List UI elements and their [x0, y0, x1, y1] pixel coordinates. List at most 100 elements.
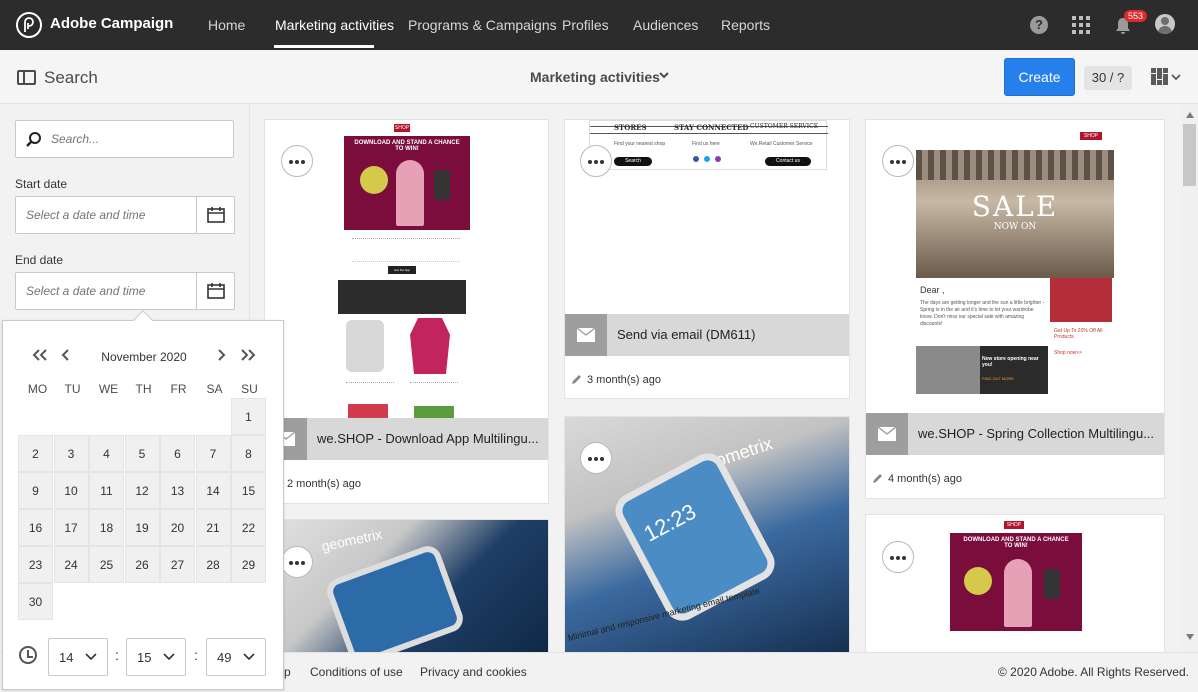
view-title[interactable]: Marketing activities [530, 69, 660, 85]
view-options-chevron-icon[interactable] [1171, 73, 1181, 81]
start-date-field[interactable] [15, 196, 235, 234]
promo-banner-image: DOWNLOAD AND STAND A CHANCE TO WIN! [344, 136, 470, 230]
calendar-day[interactable]: 6 [160, 435, 195, 472]
scrollbar-thumb[interactable] [1183, 124, 1196, 186]
card-title[interactable]: we.SHOP - Spring Collection Multilingu..… [918, 426, 1154, 441]
end-date-field[interactable] [15, 272, 235, 310]
toggle-search-panel-icon[interactable] [17, 70, 36, 85]
calendar-day[interactable]: 13 [160, 472, 195, 509]
calendar-day[interactable]: 10 [53, 472, 89, 509]
calendar-day[interactable]: 29 [231, 546, 266, 583]
hour-select[interactable]: 14 [48, 638, 108, 676]
search-store-button: Search [614, 157, 652, 166]
shirt-image [410, 318, 450, 374]
activity-card[interactable]: STORES STAY CONNECTED CUSTOMER SERVICE F… [564, 119, 850, 399]
calendar-day[interactable]: 3 [53, 435, 89, 472]
calendar-day[interactable]: 7 [195, 435, 231, 472]
facebook-icon [693, 156, 699, 162]
new-store-text: New store opening near you! [982, 356, 1039, 368]
calendar-day[interactable]: 23 [18, 546, 53, 583]
calendar-day[interactable]: 9 [18, 472, 53, 509]
minute-select[interactable]: 15 [126, 638, 186, 676]
scroll-down-icon[interactable] [1186, 634, 1194, 640]
card-modified-date: 3 month(s) ago [571, 373, 661, 386]
create-button[interactable]: Create [1004, 58, 1075, 96]
spring-body-text: The days are getting longer and the sun … [920, 300, 1045, 327]
start-date-input[interactable] [26, 197, 196, 233]
chevron-down-icon [163, 653, 175, 661]
apps-grid-icon[interactable] [1072, 16, 1090, 34]
more-actions-button[interactable] [882, 541, 914, 573]
adobe-campaign-logo-icon[interactable] [16, 12, 42, 38]
calendar-day[interactable]: 21 [195, 509, 231, 546]
conditions-of-use-link[interactable]: Conditions of use [310, 665, 403, 679]
nav-programs-campaigns[interactable]: Programs & Campaigns [408, 17, 557, 33]
card-title[interactable]: Send via email (DM611) [617, 327, 755, 342]
end-date-input[interactable] [26, 273, 196, 309]
more-actions-button[interactable] [580, 442, 612, 474]
calendar-day[interactable]: 14 [195, 472, 231, 509]
brand-name[interactable]: Adobe Campaign [50, 15, 173, 32]
card-title-bar[interactable]: we.SHOP - Spring Collection Multilingu..… [866, 413, 1164, 455]
calendar-day[interactable]: 28 [195, 546, 231, 583]
nav-profiles[interactable]: Profiles [562, 17, 609, 33]
calendar-day[interactable]: 26 [124, 546, 160, 583]
card-title-bar[interactable]: we.SHOP - Download App Multilingu... [265, 418, 548, 460]
nav-audiences[interactable]: Audiences [633, 17, 698, 33]
calendar-day[interactable]: 17 [53, 509, 89, 546]
nav-home[interactable]: Home [208, 17, 245, 33]
twitter-icon [704, 156, 710, 162]
nav-marketing-activities[interactable]: Marketing activities [275, 17, 394, 33]
end-date-picker-button[interactable] [196, 273, 234, 309]
calendar-day[interactable]: 27 [160, 546, 195, 583]
calendar-day[interactable]: 15 [231, 472, 266, 509]
activity-card[interactable]: SHOP SALE NOW ON Dear , The days are get… [865, 119, 1165, 499]
more-actions-button[interactable] [580, 145, 612, 177]
second-select[interactable]: 49 [206, 638, 266, 676]
calendar-day[interactable]: 1 [231, 398, 266, 435]
activity-card[interactable]: SHOP DOWNLOAD AND STAND A CHANCE TO WIN!… [264, 119, 549, 504]
calendar-day[interactable]: 11 [89, 472, 124, 509]
calendar-day[interactable]: 30 [18, 583, 53, 620]
calendar-day[interactable]: 24 [53, 546, 89, 583]
calendar-day[interactable]: 4 [89, 435, 124, 472]
nav-reports[interactable]: Reports [721, 17, 770, 33]
email-thumbnail: SHOP SALE NOW ON Dear , The days are get… [916, 120, 1116, 415]
card-modified-date: 4 month(s) ago [872, 472, 962, 485]
footer-link-partial[interactable]: p [284, 665, 291, 679]
calendar-day[interactable]: 12 [124, 472, 160, 509]
user-avatar-icon[interactable] [1155, 14, 1175, 34]
help-icon[interactable]: ? [1030, 16, 1048, 34]
more-actions-button[interactable] [281, 145, 313, 177]
activity-card[interactable]: SHOP DOWNLOAD AND STAND A CHANCE TO WIN! [865, 514, 1165, 652]
privacy-cookies-link[interactable]: Privacy and cookies [420, 665, 527, 679]
next-year-icon[interactable] [240, 349, 256, 361]
calendar-day[interactable]: 5 [124, 435, 160, 472]
calendar-day[interactable]: 20 [160, 509, 195, 546]
calendar-day[interactable]: 2 [18, 435, 53, 472]
grid-view-icon[interactable] [1151, 68, 1169, 86]
search-panel-title[interactable]: Search [44, 68, 98, 88]
start-date-picker-button[interactable] [196, 197, 234, 233]
search-input[interactable] [51, 121, 231, 157]
content-scrollbar[interactable] [1181, 104, 1198, 652]
calendar-day[interactable]: 18 [89, 509, 124, 546]
chevron-down-icon[interactable] [658, 69, 670, 81]
promo-headline: DOWNLOAD AND STAND A CHANCE TO WIN! [963, 537, 1069, 549]
activity-card[interactable]: geometrix 12:23 Minimal and responsive m… [564, 416, 850, 652]
more-actions-button[interactable] [281, 546, 313, 578]
calendar-day[interactable]: 19 [124, 509, 160, 546]
card-title-bar[interactable]: Send via email (DM611) [565, 314, 849, 356]
phone-image [1044, 569, 1060, 599]
activity-card[interactable]: geometrix [264, 519, 549, 652]
calendar-day[interactable]: 16 [18, 509, 53, 546]
search-field[interactable] [15, 120, 234, 158]
notification-count-badge[interactable]: 553 [1124, 10, 1148, 22]
next-month-icon[interactable] [216, 349, 226, 361]
calendar-day[interactable]: 22 [231, 509, 266, 546]
calendar-day[interactable]: 25 [89, 546, 124, 583]
more-actions-button[interactable] [882, 145, 914, 177]
calendar-day[interactable]: 8 [231, 435, 266, 472]
card-title[interactable]: we.SHOP - Download App Multilingu... [317, 431, 539, 446]
scroll-up-icon[interactable] [1186, 112, 1194, 118]
